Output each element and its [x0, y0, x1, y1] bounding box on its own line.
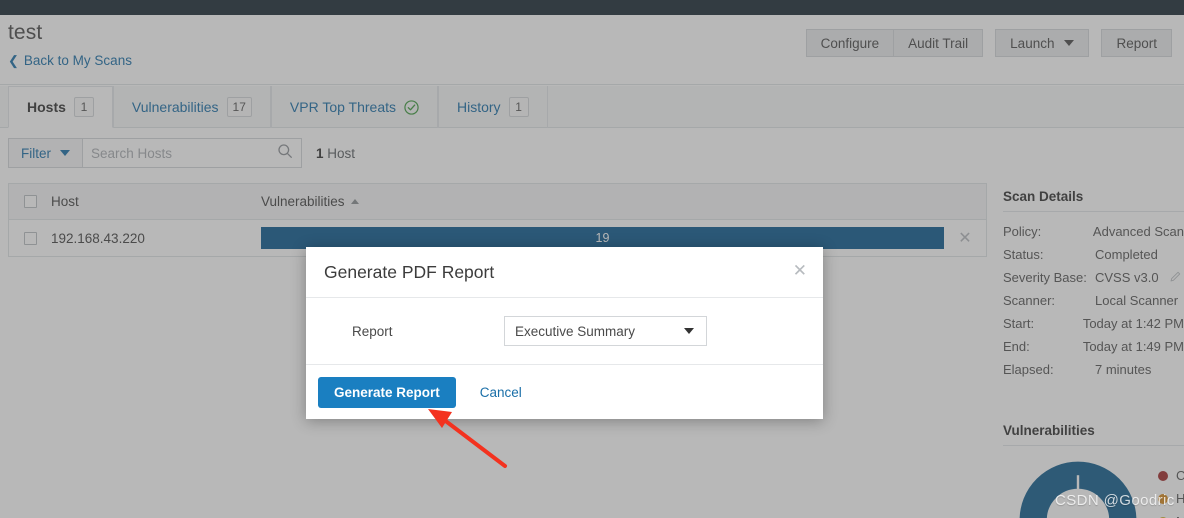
watermark: CSDN @Goodric	[1055, 492, 1175, 509]
report-field-label: Report	[352, 323, 393, 339]
report-type-select[interactable]: Executive Summary	[504, 316, 707, 346]
app-root: test ❮ Back to My Scans Configure Audit …	[0, 0, 1184, 518]
cancel-button[interactable]: Cancel	[462, 385, 540, 400]
generate-pdf-report-dialog: Generate PDF Report ✕ Report Executive S…	[306, 247, 823, 419]
close-icon[interactable]: ✕	[793, 261, 807, 281]
chevron-down-icon	[684, 328, 694, 334]
dialog-title: Generate PDF Report	[324, 261, 495, 282]
report-type-selected-value: Executive Summary	[515, 323, 636, 339]
dialog-header: Generate PDF Report ✕	[306, 247, 823, 298]
dialog-body: Report Executive Summary	[306, 298, 823, 365]
generate-report-button[interactable]: Generate Report	[318, 376, 456, 408]
dialog-footer: Generate Report Cancel	[306, 365, 823, 419]
